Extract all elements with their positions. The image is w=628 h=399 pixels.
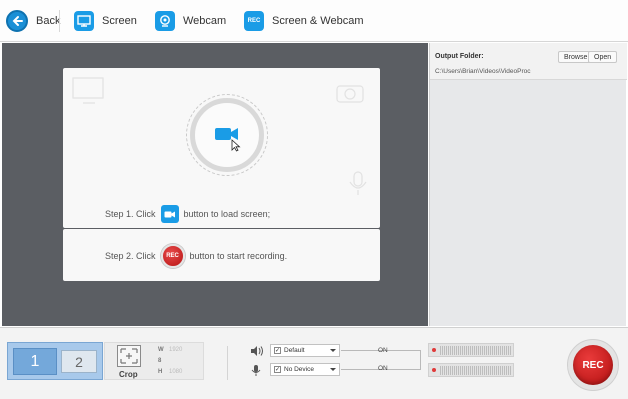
crop-label: Crop	[119, 370, 138, 379]
width-label: W	[158, 347, 164, 353]
output-panel: Output Folder: Browse Open C:\Users\Bria…	[429, 43, 627, 326]
output-folder-label: Output Folder:	[435, 53, 484, 60]
screen-selector: 1 2	[7, 342, 103, 380]
screen-2-option[interactable]: 2	[61, 350, 97, 373]
open-button[interactable]: Open	[588, 51, 618, 63]
decorative-camera-icon	[336, 85, 364, 103]
camera-button-icon	[160, 205, 179, 223]
audio-device-value: Default	[284, 347, 305, 354]
top-toolbar: Back Screen Webcam REC Screen & Webcam	[0, 0, 628, 42]
mic-device-dropdown[interactable]: ✓ No Device	[270, 363, 340, 376]
toolbar-divider	[59, 10, 60, 32]
step2-instruction: Step 2. Click REC button to start record…	[105, 244, 287, 268]
microphone-icon	[250, 364, 264, 376]
load-screen-button[interactable]	[190, 98, 264, 172]
step1-card: Step 1. Click button to load screen;	[63, 68, 380, 228]
screen-1-option[interactable]: 1	[13, 348, 57, 375]
screen-webcam-label: Screen & Webcam	[272, 15, 364, 27]
mic-level-meter	[428, 363, 514, 377]
audio-state-label[interactable]: ON	[378, 347, 388, 354]
decorative-mic-icon	[349, 171, 367, 195]
step1-prefix: Step 1. Click	[105, 209, 156, 219]
audio-meter-indicator	[432, 348, 436, 352]
step2-prefix: Step 2. Click	[105, 251, 156, 261]
bottom-control-bar: 1 2 Crop W 1920 8 H 1080 ✓ Default ✓ No …	[0, 327, 628, 399]
crop-icon	[120, 348, 138, 364]
audio-device-dropdown[interactable]: ✓ Default	[270, 344, 340, 357]
screen-webcam-button[interactable]: REC Screen & Webcam	[244, 9, 364, 33]
width-value[interactable]: 1920	[169, 347, 182, 353]
mic-state-label[interactable]: ON	[378, 365, 388, 372]
crop-button[interactable]	[117, 345, 141, 367]
height-label: H	[158, 369, 163, 375]
decorative-monitor-icon	[72, 77, 104, 104]
monitor-icon	[74, 11, 94, 31]
step1-instruction: Step 1. Click button to load screen;	[105, 205, 270, 223]
mic-enable-checkbox[interactable]: ✓	[274, 366, 281, 373]
webcam-icon	[155, 11, 175, 31]
cursor-icon	[231, 139, 241, 152]
back-arrow-icon	[6, 10, 28, 32]
rec-badge-icon: REC	[244, 11, 264, 31]
back-label: Back	[36, 15, 61, 27]
chevron-down-icon	[330, 349, 336, 352]
mic-device-value: No Device	[284, 366, 314, 373]
output-folder-path: C:\Users\Brian\Videos\VideoProc	[435, 68, 531, 75]
record-button-label: REC	[573, 345, 613, 385]
preview-stage: Step 1. Click button to load screen; Ste…	[2, 43, 428, 326]
step2-card: Step 2. Click REC button to start record…	[63, 229, 380, 281]
rec-button-icon: REC	[160, 244, 185, 268]
screen-label: Screen	[102, 15, 137, 27]
output-folder-header: Output Folder: Browse Open C:\Users\Bria…	[430, 43, 627, 80]
step2-suffix: button to start recording.	[189, 251, 288, 261]
aspect-link-icon[interactable]: 8	[158, 358, 161, 364]
bottom-divider	[227, 346, 228, 380]
connector-joint	[420, 350, 421, 370]
webcam-label: Webcam	[183, 15, 227, 27]
crop-panel: Crop W 1920 8 H 1080	[104, 342, 204, 380]
screen-button[interactable]: Screen	[74, 9, 137, 33]
speaker-icon	[250, 345, 264, 357]
webcam-button[interactable]: Webcam	[155, 9, 226, 33]
mic-meter-indicator	[432, 368, 436, 372]
audio-enable-checkbox[interactable]: ✓	[274, 347, 281, 354]
height-value[interactable]: 1080	[169, 369, 182, 375]
record-button[interactable]: REC	[567, 339, 619, 391]
back-button[interactable]: Back	[6, 9, 60, 33]
chevron-down-icon	[330, 368, 336, 371]
audio-level-meter	[428, 343, 514, 357]
step1-suffix: button to load screen;	[183, 209, 271, 219]
